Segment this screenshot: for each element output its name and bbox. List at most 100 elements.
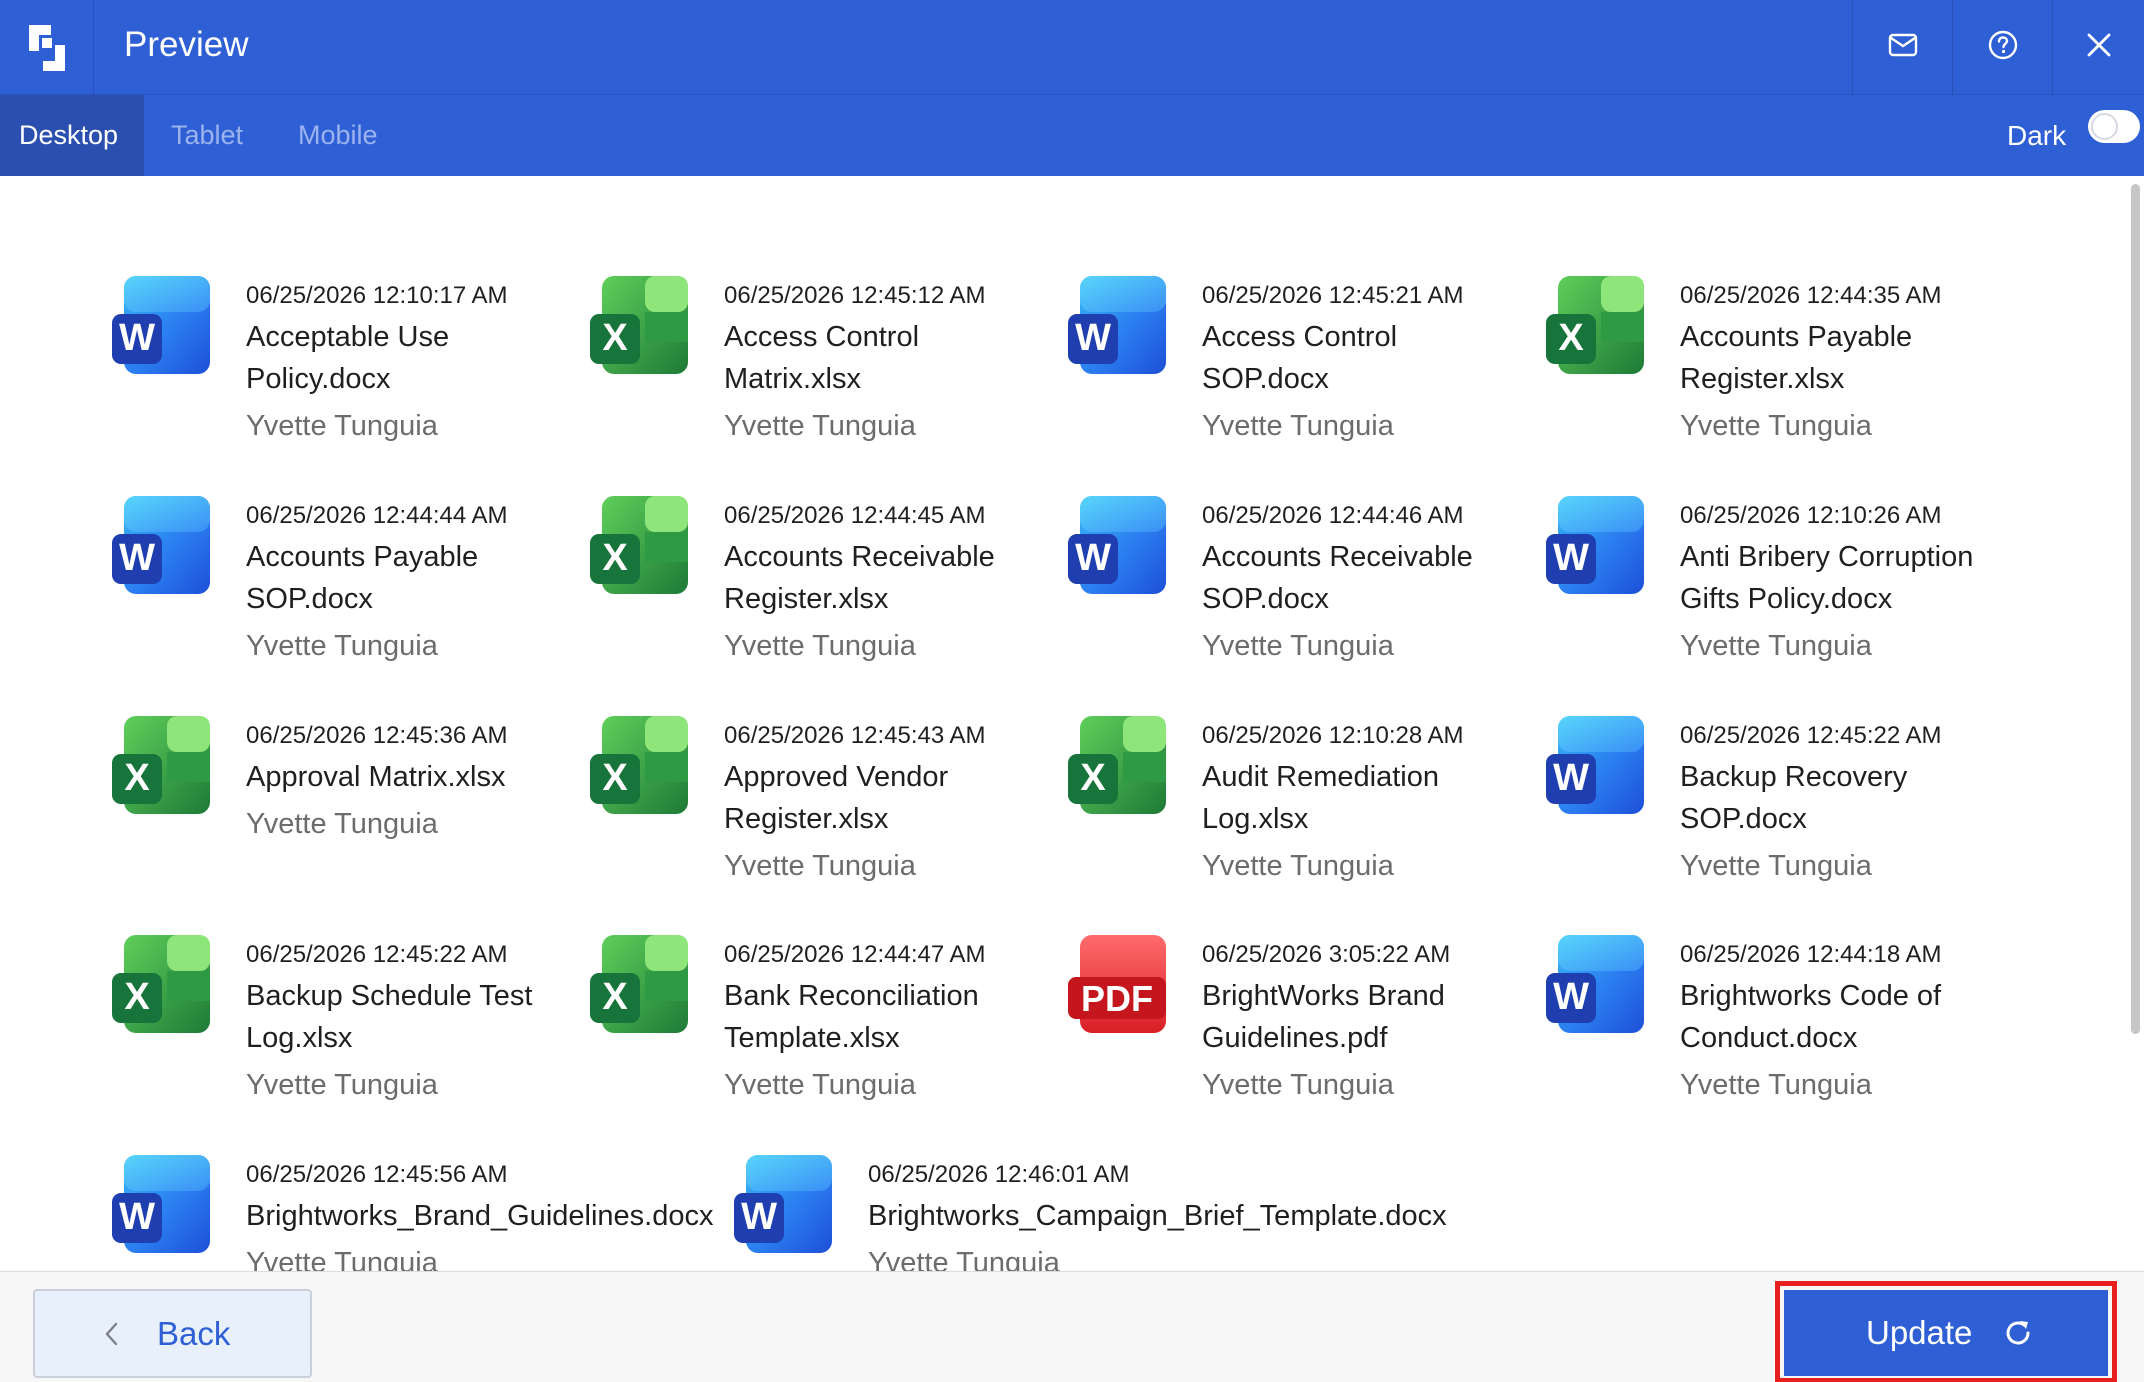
file-owner: Yvette Tunguia: [1680, 630, 1872, 662]
file-name: Backup Schedule Test Log.xlsx: [246, 975, 532, 1059]
file-name: Access Control SOP.docx: [1202, 316, 1397, 400]
word-file-icon: W: [110, 490, 214, 600]
file-name-line: Log.xlsx: [1202, 803, 1309, 835]
file-item[interactable]: X 06/25/2026 12:45:22 AM Backup Schedule T…: [110, 929, 570, 1129]
svg-text:X: X: [602, 976, 628, 1018]
file-date: 06/25/2026 12:44:44 AM: [246, 502, 508, 529]
back-button[interactable]: Back: [33, 1289, 312, 1378]
file-item[interactable]: X 06/25/2026 12:10:28 AM Audit Remediation…: [1066, 710, 1526, 910]
file-name-line: Audit Remediation: [1202, 761, 1439, 793]
excel-file-icon: X: [110, 929, 214, 1039]
file-name-line: Backup Recovery: [1680, 761, 1908, 793]
excel-file-icon: X: [588, 929, 692, 1039]
file-item[interactable]: W 06/25/2026 12:44:46 AM Accounts Receivab…: [1066, 490, 1526, 690]
file-item[interactable]: PDF 06/25/2026 3:05:22 AM BrightWorks Bran…: [1066, 929, 1526, 1129]
svg-text:X: X: [602, 317, 628, 359]
mail-button[interactable]: [1852, 0, 1952, 95]
file-name-line: SOP.docx: [1202, 363, 1329, 395]
file-name-line: Conduct.docx: [1680, 1022, 1858, 1054]
help-button[interactable]: [1952, 0, 2052, 95]
file-item[interactable]: W 06/25/2026 12:45:22 AM Backup Recovery SO…: [1544, 710, 2004, 910]
svg-text:W: W: [119, 317, 155, 359]
excel-file-icon: X: [110, 710, 214, 820]
svg-text:X: X: [1558, 317, 1584, 359]
file-item[interactable]: W 06/25/2026 12:10:26 AM Anti Bribery Corr…: [1544, 490, 2004, 690]
scrollbar-thumb[interactable]: [2131, 184, 2140, 1034]
file-name-line: Accounts Receivable: [1202, 541, 1473, 573]
file-owner: Yvette Tunguia: [1202, 1069, 1394, 1101]
file-date: 06/25/2026 12:44:47 AM: [724, 941, 986, 968]
file-date: 06/25/2026 12:10:28 AM: [1202, 722, 1464, 749]
file-owner: Yvette Tunguia: [1680, 1069, 1872, 1101]
file-item[interactable]: W 06/25/2026 12:46:01 AM Brightworks_Campa…: [732, 1149, 1447, 1271]
file-date: 06/25/2026 12:45:43 AM: [724, 722, 986, 749]
word-file-icon: W: [1544, 710, 1648, 820]
file-owner: Yvette Tunguia: [246, 630, 438, 662]
dark-mode-toggle[interactable]: [2088, 110, 2140, 143]
scrollbar[interactable]: [2126, 176, 2144, 1271]
file-item[interactable]: X 06/25/2026 12:44:35 AM Accounts Payable R…: [1544, 270, 2004, 470]
file-name: Approved Vendor Register.xlsx: [724, 756, 948, 840]
file-item[interactable]: W 06/25/2026 12:10:17 AM Acceptable Use Pol…: [110, 270, 570, 470]
file-item[interactable]: W 06/25/2026 12:44:18 AM Brightworks Code …: [1544, 929, 2004, 1129]
word-file-icon: W: [1544, 929, 1648, 1039]
chevron-left-icon: [103, 1319, 123, 1349]
file-name-line: Template.xlsx: [724, 1022, 900, 1054]
excel-file-icon: X: [1544, 270, 1648, 380]
file-name: Accounts Receivable Register.xlsx: [724, 536, 995, 620]
file-date: 06/25/2026 12:10:17 AM: [246, 282, 508, 309]
file-item[interactable]: X 06/25/2026 12:45:43 AM Approved Vendor Re…: [588, 710, 1048, 910]
file-name-line: Log.xlsx: [246, 1022, 353, 1054]
file-date: 06/25/2026 12:45:21 AM: [1202, 282, 1464, 309]
file-owner: Yvette Tunguia: [1202, 850, 1394, 882]
file-item[interactable]: X 06/25/2026 12:44:45 AM Accounts Receivab…: [588, 490, 1048, 690]
tab-tablet[interactable]: Tablet: [171, 95, 243, 176]
file-name: Accounts Payable Register.xlsx: [1680, 316, 1912, 400]
file-grid: W 06/25/2026 12:10:17 AM Acceptable Use Pol…: [0, 176, 2126, 1271]
tab-desktop[interactable]: Desktop: [0, 95, 145, 176]
file-owner: Yvette Tunguia: [246, 1069, 438, 1101]
app-logo-icon: [0, 0, 94, 95]
update-button[interactable]: Update: [1784, 1290, 2108, 1376]
file-name-line: Brightworks_Brand_Guidelines.docx: [246, 1200, 714, 1232]
svg-text:W: W: [1553, 976, 1589, 1018]
file-name-line: Accounts Payable: [1680, 321, 1913, 353]
file-name-line: Brightworks_Campaign_Brief_Template.docx: [868, 1200, 1447, 1232]
file-name-line: Access Control: [1202, 321, 1398, 353]
file-name: Accounts Payable SOP.docx: [246, 536, 478, 620]
file-name-line: Acceptable Use: [246, 321, 450, 353]
file-owner: Yvette Tunguia: [1202, 630, 1394, 662]
file-date: 06/25/2026 12:44:18 AM: [1680, 941, 1942, 968]
word-file-icon: W: [110, 270, 214, 380]
title-bar: Preview: [0, 0, 2144, 95]
file-name: BrightWorks Brand Guidelines.pdf: [1202, 975, 1445, 1059]
file-name-line: Guidelines.pdf: [1202, 1022, 1388, 1054]
file-name: Accounts Receivable SOP.docx: [1202, 536, 1473, 620]
file-item[interactable]: X 06/25/2026 12:44:47 AM Bank Reconciliati…: [588, 929, 1048, 1129]
file-item[interactable]: W 06/25/2026 12:45:56 AM Brightworks_Brand…: [110, 1149, 713, 1271]
file-item[interactable]: W 06/25/2026 12:44:44 AM Accounts Payable S…: [110, 490, 570, 690]
file-item[interactable]: W 06/25/2026 12:45:21 AM Access Control SOP…: [1066, 270, 1526, 470]
file-owner: Yvette Tunguia: [1680, 850, 1872, 882]
file-name: Bank Reconciliation Template.xlsx: [724, 975, 979, 1059]
file-item[interactable]: X 06/25/2026 12:45:36 AM Approval Matrix.x…: [110, 710, 570, 910]
file-name-line: Approved Vendor: [724, 761, 949, 793]
tab-mobile[interactable]: Mobile: [298, 95, 378, 176]
file-name: Brightworks_Campaign_Brief_Template.docx: [868, 1195, 1447, 1237]
svg-text:W: W: [119, 537, 155, 579]
file-name-line: Accounts Payable: [246, 541, 479, 573]
file-name: Access Control Matrix.xlsx: [724, 316, 919, 400]
close-button[interactable]: [2052, 0, 2144, 95]
file-name-line: Anti Bribery Corruption: [1680, 541, 1974, 573]
file-name-line: BrightWorks Brand: [1202, 980, 1445, 1012]
excel-file-icon: X: [588, 490, 692, 600]
file-date: 06/25/2026 12:45:22 AM: [1680, 722, 1942, 749]
mail-icon: [1888, 33, 1918, 62]
file-name-line: Register.xlsx: [724, 583, 889, 615]
file-owner: Yvette Tunguia: [724, 410, 916, 442]
file-name-line: Register.xlsx: [724, 803, 889, 835]
file-name-line: Access Control: [724, 321, 920, 353]
file-name: Audit Remediation Log.xlsx: [1202, 756, 1439, 840]
file-name: Approval Matrix.xlsx: [246, 756, 505, 798]
file-item[interactable]: X 06/25/2026 12:45:12 AM Access Control Mat…: [588, 270, 1048, 470]
